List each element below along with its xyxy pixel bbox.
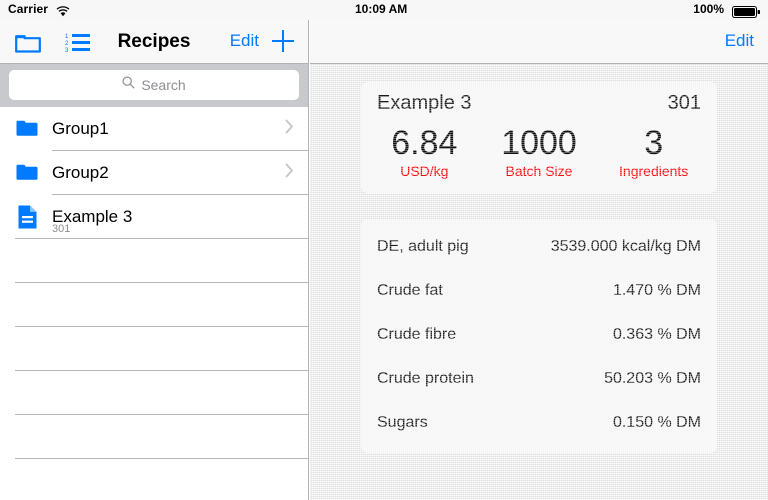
nutrient-value: 50.203 % DM [604,370,701,387]
app-root: Carrier 10:09 AM 100% 1 2 3 Recipes Edit… [0,0,768,500]
summary-card-header: Example 3 301 [361,82,717,124]
nutrient-row[interactable]: Crude fat 1.470 % DM [361,269,717,313]
summary-card[interactable]: Example 3 301 6.84 USD/kg 1000 Batch Siz… [361,82,717,193]
nutrient-label: DE, adult pig [377,238,469,255]
nutrient-row[interactable]: Crude protein 50.203 % DM [361,357,717,401]
stat-cost: 6.84 USD/kg [367,124,482,179]
search-icon [122,76,135,94]
nutrient-value: 0.150 % DM [612,414,701,431]
detail-panel: Edit Example 3 301 6.84 USD/kg 1000 Batc… [310,20,768,500]
nutrient-label: Sugars [377,414,428,431]
carrier-label: Carrier [8,2,49,16]
stat-value: 3 [644,124,664,162]
nutrient-card: DE, adult pig 3539.000 kcal/kg DM Crude … [361,219,717,453]
stat-label: Ingredients [619,163,689,179]
battery-percent-label: 100% [693,2,724,16]
nutrient-row[interactable]: DE, adult pig 3539.000 kcal/kg DM [361,225,717,269]
page-title: Recipes [117,31,191,52]
stat-label: Batch Size [505,163,573,179]
status-bar: Carrier 10:09 AM 100% [0,0,768,20]
nutrient-row[interactable]: Crude fibre 0.363 % DM [361,313,717,357]
recipe-code: 301 [667,91,701,114]
stat-value: 6.84 [391,124,458,162]
empty-list-row [0,327,308,371]
nutrient-label: Crude protein [377,370,474,387]
search-input[interactable]: Search [9,70,299,100]
nutrient-row[interactable]: Sugars 0.150 % DM [361,401,717,445]
plus-icon[interactable] [268,26,298,56]
nutrient-label: Crude fibre [377,326,457,343]
list-item[interactable]: Group1 [0,107,308,151]
list-item[interactable]: Group2 [0,151,308,195]
list-item-subtitle: 301 [52,223,71,235]
chevron-right-icon [285,163,294,183]
list-item-title: Group1 [52,119,109,138]
stat-label: USD/kg [400,163,449,179]
stat-batch-size: 1000 Batch Size [482,124,597,179]
folder-filled-icon [14,116,40,142]
empty-list-row [0,371,308,415]
empty-list-row [0,239,308,283]
clock-label: 10:09 AM [355,2,408,16]
nutrient-label: Crude fat [377,282,443,299]
empty-list-row [0,415,308,459]
search-placeholder: Search [141,77,186,93]
nutrient-value: 3539.000 kcal/kg DM [550,238,701,255]
summary-stats: 6.84 USD/kg 1000 Batch Size 3 Ingredient… [361,124,717,193]
folder-filled-icon [14,160,40,186]
nutrient-value: 0.363 % DM [612,326,701,343]
nutrient-value: 1.470 % DM [612,282,701,299]
master-nav-bar: 1 2 3 Recipes Edit [0,20,308,64]
search-bar-container: Search [0,64,308,107]
edit-button-master[interactable]: Edit [230,31,259,51]
edit-button-detail[interactable]: Edit [725,31,754,51]
row-separator [15,458,308,459]
list-item[interactable]: Example 3 301 [0,195,308,239]
chevron-right-icon [285,119,294,139]
master-panel: 1 2 3 Recipes Edit Search Group1 Group2 … [0,20,309,500]
stat-ingredients: 3 Ingredients [596,124,711,179]
recipe-list: Group1 Group2 Example 3 301 [0,107,308,459]
stat-value: 1000 [501,124,577,162]
detail-nav-bar: Edit [310,20,768,64]
document-icon [14,204,40,230]
empty-list-row [0,283,308,327]
detail-scroll-area: Example 3 301 6.84 USD/kg 1000 Batch Siz… [310,82,768,453]
list-item-title: Group2 [52,163,109,182]
recipe-name: Example 3 [377,91,472,114]
